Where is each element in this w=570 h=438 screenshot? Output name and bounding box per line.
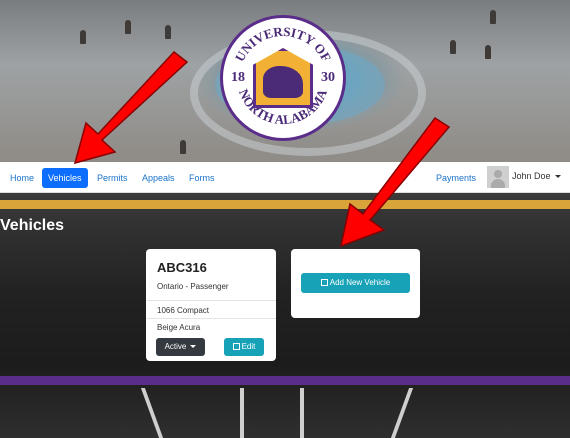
pedestrian xyxy=(125,20,131,34)
status-label: Active xyxy=(164,342,187,351)
status-dropdown-button[interactable]: Active xyxy=(156,338,205,356)
seal-year-right: 30 xyxy=(321,70,335,85)
edit-button[interactable]: Edit xyxy=(224,338,264,356)
nav-forms[interactable]: Forms xyxy=(183,168,221,188)
lion-icon xyxy=(263,66,303,98)
add-new-vehicle-button[interactable]: Add New Vehicle xyxy=(301,273,410,293)
user-name: John Doe xyxy=(512,171,551,181)
edit-icon xyxy=(320,279,328,286)
road-line xyxy=(390,388,414,438)
chevron-down-icon xyxy=(554,175,561,179)
edit-label: Edit xyxy=(241,342,256,351)
road-line xyxy=(300,388,304,438)
nav-permits[interactable]: Permits xyxy=(91,168,134,188)
pedestrian xyxy=(80,30,86,44)
divider xyxy=(146,300,276,301)
pedestrian xyxy=(165,25,171,39)
navbar: Home Vehicles Permits Appeals Forms Paym… xyxy=(0,162,570,193)
hero-banner: UNIVERSITY OF NORTH ALABAMA 18 30 xyxy=(0,0,570,162)
pedestrian xyxy=(180,140,186,154)
content-background xyxy=(0,193,570,438)
nav-home[interactable]: Home xyxy=(4,168,40,188)
vehicle-model: 1066 Compact xyxy=(157,306,210,315)
nav-appeals[interactable]: Appeals xyxy=(136,168,181,188)
pedestrian xyxy=(485,45,491,59)
road-line xyxy=(240,388,244,438)
gold-divider xyxy=(0,200,570,209)
pedestrian xyxy=(490,10,496,24)
add-vehicle-label: Add New Vehicle xyxy=(329,278,391,287)
pedestrian xyxy=(450,40,456,54)
divider xyxy=(146,318,276,319)
page-title: Vehicles xyxy=(0,217,65,234)
university-seal-logo: UNIVERSITY OF NORTH ALABAMA 18 30 xyxy=(220,15,346,141)
chevron-down-icon xyxy=(190,345,197,349)
vehicle-plate: ABC316 xyxy=(157,260,207,275)
edit-icon xyxy=(232,343,240,350)
add-vehicle-card: Add New Vehicle xyxy=(291,249,420,318)
vehicle-registration: Ontario - Passenger xyxy=(157,282,229,291)
user-menu[interactable]: John Doe xyxy=(512,171,561,181)
avatar[interactable] xyxy=(487,166,509,188)
vehicle-color-make: Beige Acura xyxy=(157,323,201,332)
seal-year-left: 18 xyxy=(231,70,245,85)
nav-vehicles[interactable]: Vehicles xyxy=(42,168,88,188)
nav-payments[interactable]: Payments xyxy=(430,168,482,188)
road-line xyxy=(140,388,164,438)
vehicle-card: ABC316 Ontario - Passenger 1066 Compact … xyxy=(146,249,276,361)
purple-divider xyxy=(0,376,570,385)
